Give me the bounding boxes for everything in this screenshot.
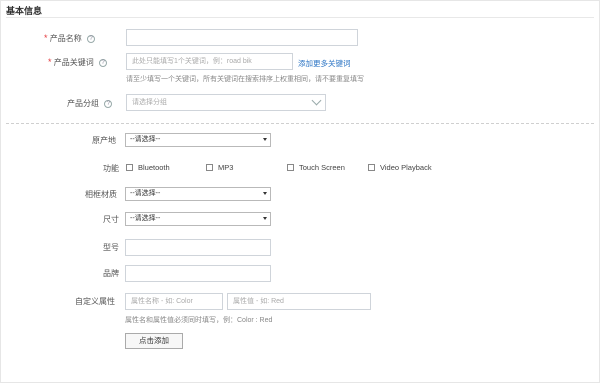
required-mark: * (48, 57, 52, 67)
size-select[interactable]: --请选择-- (125, 212, 271, 226)
feature-option-label: Bluetooth (138, 163, 170, 172)
origin-select[interactable]: --请选择-- (125, 133, 271, 147)
frame-material-select[interactable]: --请选择-- (125, 187, 271, 201)
size-label: 尺寸 (103, 215, 119, 224)
attribute-name-input[interactable]: 属性名称 - 如: Color (125, 293, 223, 310)
attribute-value-placeholder: 属性值 - 如: Red (233, 298, 284, 305)
keyword-input-placeholder: 此处只能填写1个关键词，例：road bik (132, 58, 252, 65)
model-input[interactable] (125, 239, 271, 256)
category-select-placeholder: 请选择分组 (132, 99, 167, 106)
model-label: 型号 (103, 243, 119, 252)
keywords-label: * 产品关键词 ? (48, 57, 107, 68)
category-label: 产品分组 ? (67, 98, 113, 109)
checkbox[interactable] (126, 164, 133, 171)
caret-down-icon (263, 192, 267, 195)
features-label: 功能 (103, 164, 119, 173)
checkbox[interactable] (206, 164, 213, 171)
custom-attribute-label: 自定义属性 (75, 297, 115, 306)
feature-option[interactable]: Touch Screen (287, 163, 345, 172)
help-icon[interactable]: ? (86, 35, 95, 43)
help-icon[interactable]: ? (98, 59, 107, 67)
origin-selected: --请选择-- (130, 136, 161, 143)
frame-material-selected: --请选择-- (130, 190, 161, 197)
attribute-value-input[interactable]: 属性值 - 如: Red (227, 293, 371, 310)
feature-option[interactable]: Video Playback (368, 163, 432, 172)
category-label-text: 产品分组 (67, 99, 99, 108)
checkbox[interactable] (368, 164, 375, 171)
frame-material-label: 相框材质 (85, 190, 117, 199)
caret-down-icon (263, 138, 267, 141)
feature-option-label: Touch Screen (299, 163, 345, 172)
product-name-label: * 产品名称 ? (44, 33, 95, 44)
keywords-hint: 请至少填写一个关键词，所有关键词在搜索排序上权重相同，请不要重复填写 (126, 76, 364, 83)
feature-option[interactable]: MP3 (206, 163, 233, 172)
required-mark: * (44, 33, 48, 43)
category-select[interactable]: 请选择分组 (126, 94, 326, 111)
section-divider (6, 123, 594, 124)
brand-label: 品牌 (103, 269, 119, 278)
chevron-down-icon (311, 95, 322, 106)
product-name-label-text: 产品名称 (49, 34, 82, 43)
attribute-name-placeholder: 属性名称 - 如: Color (131, 298, 193, 305)
checkbox[interactable] (287, 164, 294, 171)
feature-option-label: MP3 (218, 163, 234, 172)
feature-option-label: Video Playback (380, 163, 432, 172)
section-title: 基本信息 (6, 6, 43, 16)
size-selected: --请选择-- (130, 215, 161, 222)
feature-option[interactable]: Bluetooth (126, 163, 170, 172)
keywords-label-text: 产品关键词 (53, 58, 94, 67)
brand-input[interactable] (125, 265, 271, 282)
keyword-input[interactable]: 此处只能填写1个关键词，例：road bik (126, 53, 293, 70)
add-more-keywords-link[interactable]: 添加更多关键词 (298, 58, 351, 69)
title-divider (6, 17, 594, 18)
custom-attribute-hint: 属性名和属性值必须同时填写，例：Color : Red (125, 317, 273, 324)
origin-label: 原产地 (92, 136, 116, 145)
caret-down-icon (263, 217, 267, 220)
help-icon[interactable]: ? (104, 100, 113, 108)
add-attribute-button[interactable]: 点击添加 (125, 333, 183, 349)
product-name-input[interactable] (126, 29, 358, 46)
